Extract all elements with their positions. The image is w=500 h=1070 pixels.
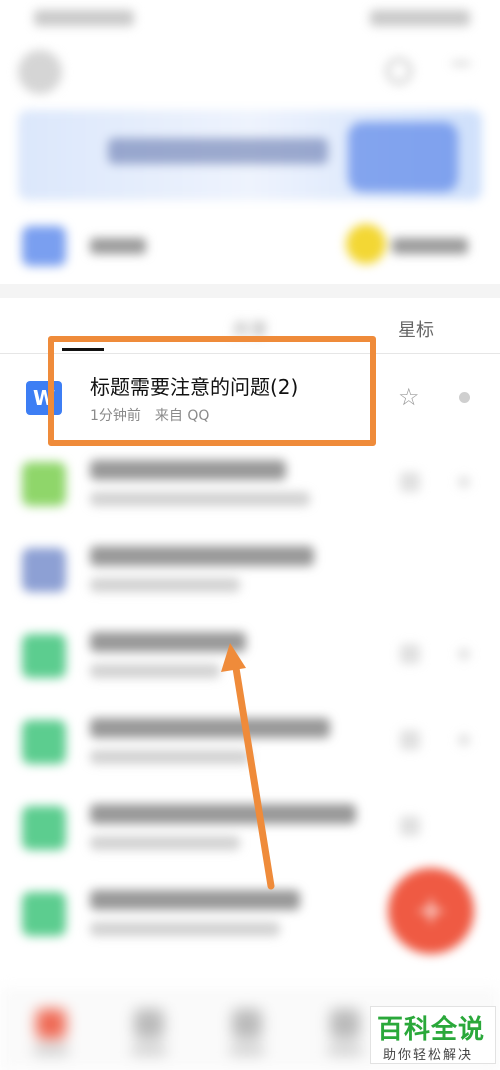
list-item[interactable]	[0, 614, 500, 700]
nav-item-3[interactable]	[232, 1009, 262, 1039]
more-options-icon[interactable]	[459, 392, 470, 403]
list-item[interactable]	[0, 700, 500, 786]
list-item-title	[90, 718, 330, 738]
star-icon[interactable]	[400, 730, 420, 750]
file-type-icon	[22, 806, 66, 850]
list-item-title	[90, 804, 356, 824]
nav-label-3	[230, 1045, 264, 1055]
list-item[interactable]	[0, 442, 500, 528]
file-type-icon	[22, 548, 66, 592]
banner-text	[108, 138, 328, 164]
file-type-icon	[22, 634, 66, 678]
star-icon[interactable]	[400, 816, 420, 836]
shortcut-icon-2[interactable]	[346, 224, 386, 264]
top-app-bar	[0, 40, 500, 102]
star-icon[interactable]	[400, 644, 420, 664]
banner-illustration	[348, 122, 458, 192]
shortcut-row	[0, 214, 500, 278]
plus-icon: +	[415, 890, 447, 931]
file-type-icon	[22, 892, 66, 936]
list-item-title	[90, 632, 246, 652]
watermark-subtitle: 助你轻松解决	[383, 1048, 474, 1063]
more-options-icon[interactable]	[458, 648, 470, 660]
shortcut-label-2	[392, 238, 468, 254]
file-type-icon	[22, 720, 66, 764]
list-item-meta	[90, 836, 240, 850]
shortcut-label-1	[90, 238, 146, 254]
nav-label-4	[328, 1045, 362, 1055]
status-bar	[0, 0, 500, 40]
list-item-meta	[90, 922, 280, 936]
section-divider	[0, 284, 500, 298]
nav-item-2[interactable]	[134, 1009, 164, 1039]
nav-label-2	[132, 1045, 166, 1055]
status-bar-left	[34, 10, 134, 26]
watermark: 百科全说 助你轻松解决	[370, 1006, 496, 1064]
tab-starred[interactable]: 星标	[398, 316, 434, 342]
promo-banner[interactable]	[18, 110, 482, 200]
nav-item-home[interactable]	[36, 1009, 66, 1039]
list-item-meta	[90, 750, 250, 764]
list-item-meta	[90, 492, 310, 506]
list-item-title	[90, 460, 286, 480]
star-icon[interactable]: ☆	[398, 385, 420, 409]
list-item[interactable]	[0, 786, 500, 872]
menu-icon[interactable]	[452, 62, 470, 80]
list-item[interactable]	[0, 528, 500, 614]
file-type-icon	[22, 462, 66, 506]
status-bar-right	[370, 10, 470, 26]
create-fab-button[interactable]: +	[388, 868, 474, 954]
watermark-title: 百科全说	[377, 1015, 486, 1045]
more-options-icon[interactable]	[458, 734, 470, 746]
list-item-title	[90, 546, 314, 566]
star-icon[interactable]	[400, 472, 420, 492]
nav-item-4[interactable]	[330, 1009, 360, 1039]
nav-label-home	[34, 1045, 68, 1055]
more-options-icon[interactable]	[458, 476, 470, 488]
search-icon[interactable]	[386, 58, 412, 84]
avatar[interactable]	[18, 50, 62, 94]
list-item-meta	[90, 664, 220, 678]
list-item-meta	[90, 578, 240, 592]
list-item-title	[90, 890, 300, 910]
annotation-highlight-box	[48, 336, 376, 446]
folder-icon[interactable]	[22, 226, 66, 266]
